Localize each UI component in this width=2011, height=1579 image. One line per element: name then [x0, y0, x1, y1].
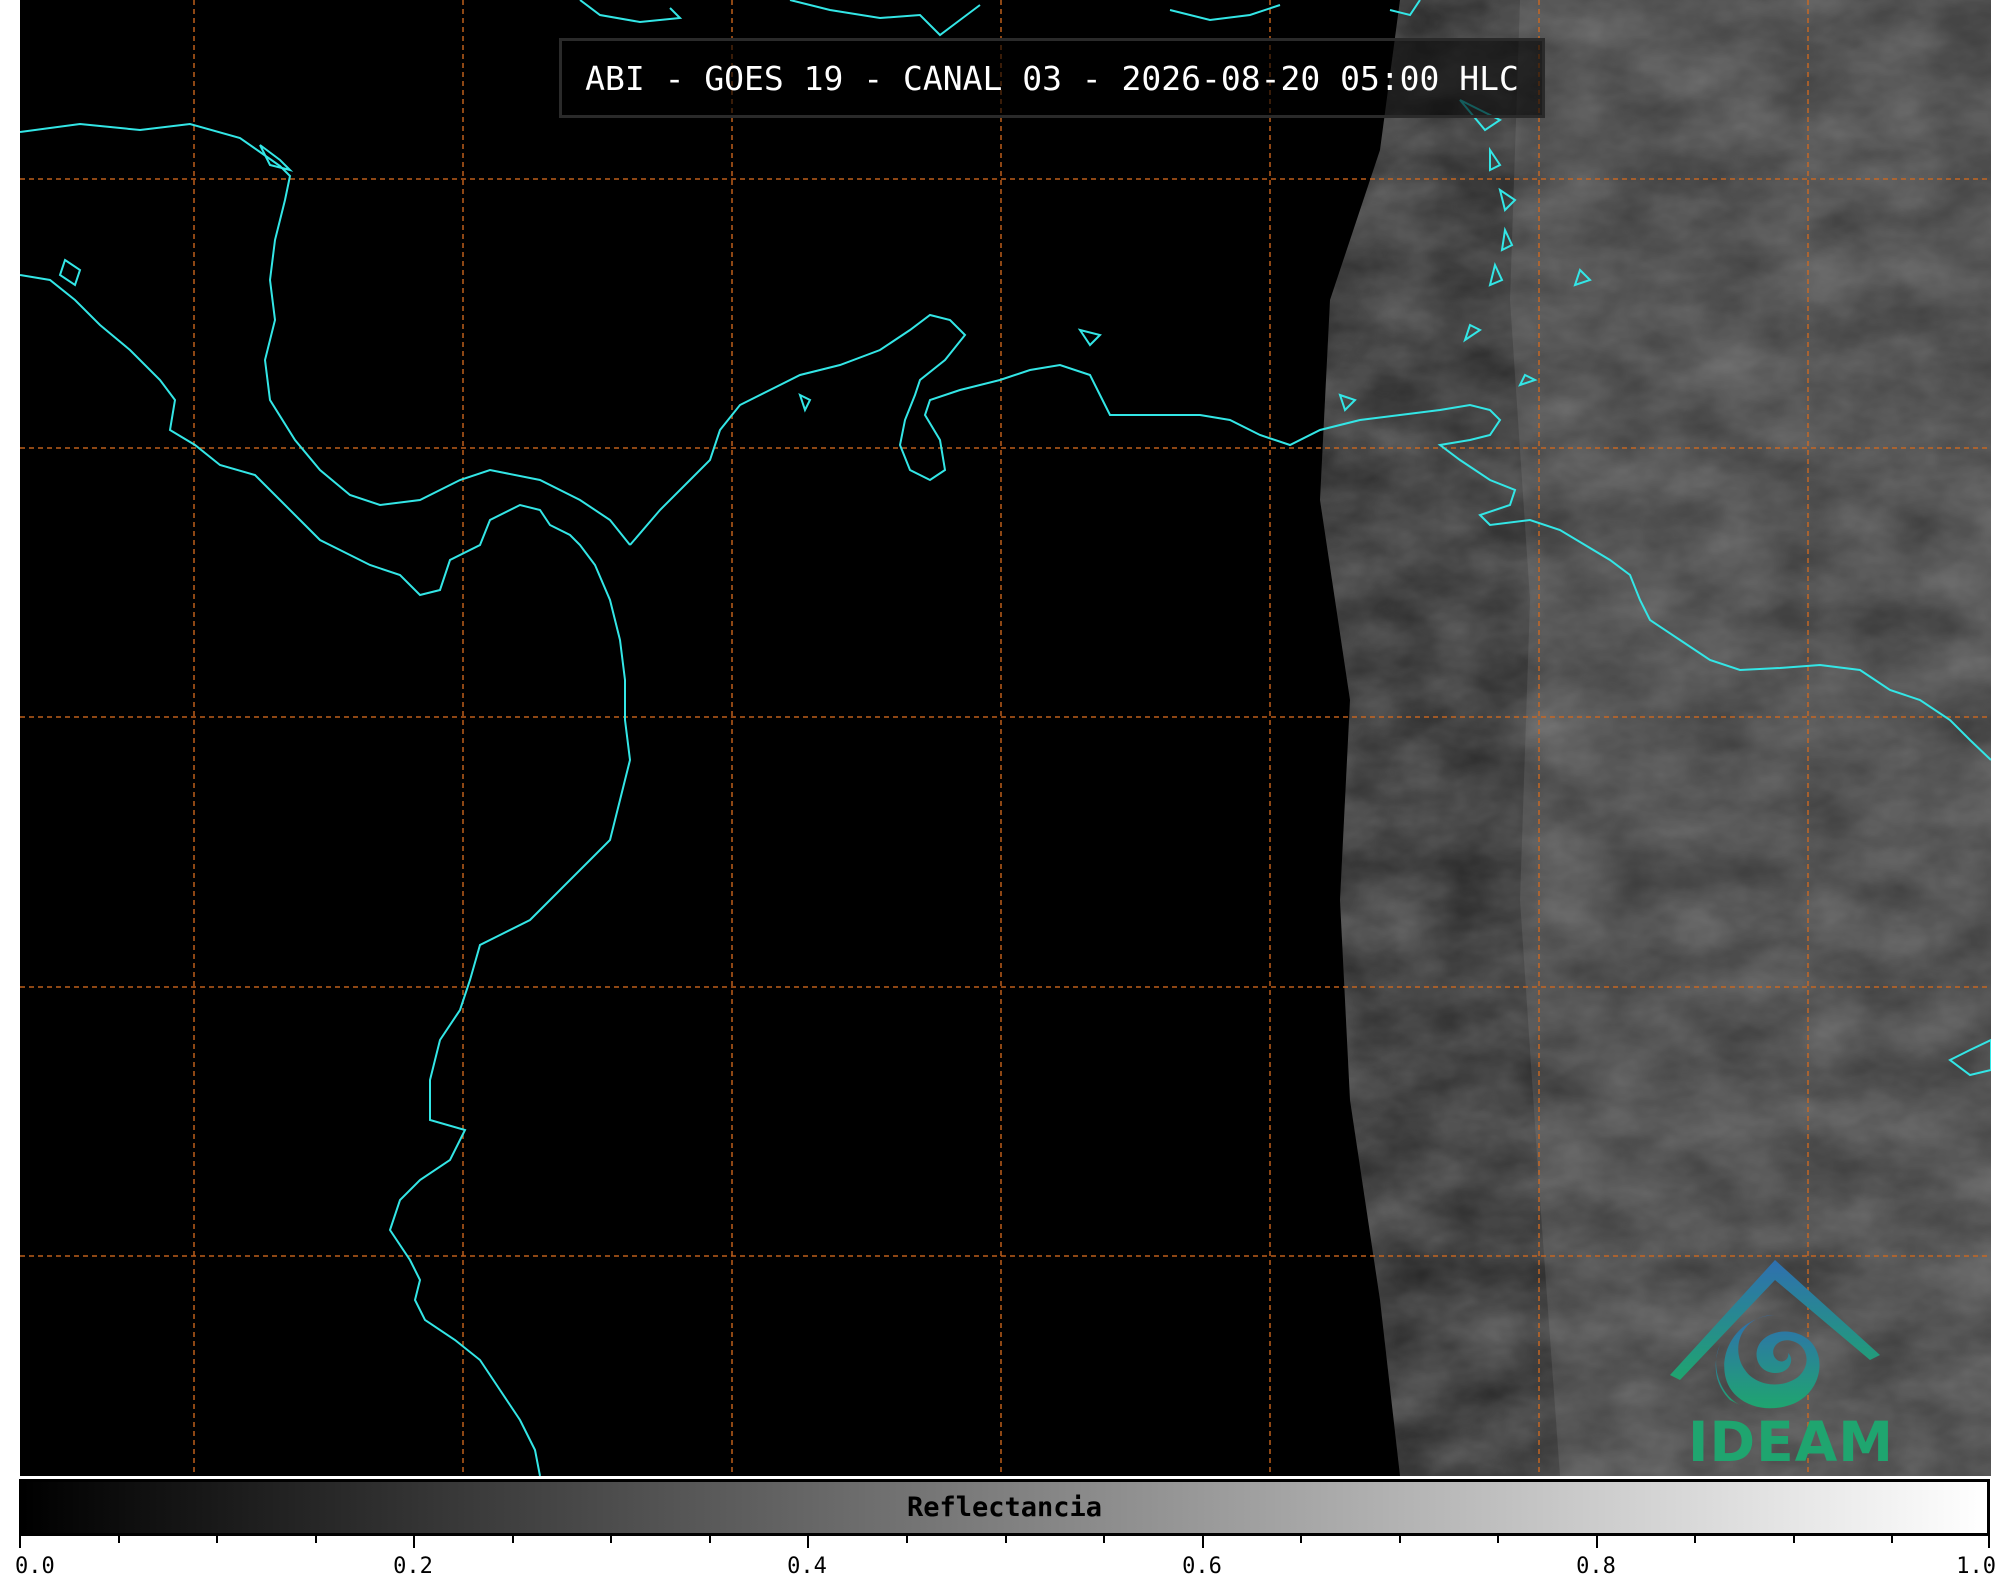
- colorbar-major-tick: [1596, 1536, 1598, 1548]
- logo-text: IDEAM: [1688, 1410, 1894, 1474]
- colorbar-minor-tick: [1399, 1536, 1401, 1543]
- colorbar-minor-tick: [610, 1536, 612, 1543]
- colorbar-major-tick: [1202, 1536, 1204, 1548]
- colorbar-tick-label: 0.6: [1182, 1554, 1222, 1579]
- colorbar-minor-tick: [1793, 1536, 1795, 1543]
- colorbar-minor-tick: [1300, 1536, 1302, 1543]
- colorbar-tick-label: 1.0: [1956, 1554, 1996, 1579]
- colorbar-minor-tick: [906, 1536, 908, 1543]
- colorbar-tick-label: 0.4: [787, 1554, 827, 1579]
- colorbar-minor-tick: [1497, 1536, 1499, 1543]
- colorbar-major-tick: [1988, 1536, 1990, 1548]
- colorbar: Reflectancia: [19, 1479, 1990, 1536]
- colorbar-label: Reflectancia: [906, 1492, 1103, 1523]
- colorbar-minor-tick: [512, 1536, 514, 1543]
- colorbar-minor-tick: [315, 1536, 317, 1543]
- colorbar-tick-label: 0.2: [393, 1554, 433, 1579]
- colorbar-tick-label: 0.0: [15, 1554, 55, 1579]
- colorbar-minor-tick: [118, 1536, 120, 1543]
- colorbar-major-tick: [807, 1536, 809, 1548]
- colorbar-ticks: 0.0 0.2 0.4 0.6 0.8 1.0: [15, 1536, 1996, 1579]
- colorbar-minor-tick: [1103, 1536, 1105, 1543]
- colorbar-minor-tick: [1891, 1536, 1893, 1543]
- title-box: ABI - GOES 19 - CANAL 03 - 2026-08-20 05…: [559, 38, 1545, 118]
- colorbar-major-tick: [413, 1536, 415, 1548]
- colorbar-minor-tick: [1694, 1536, 1696, 1543]
- colorbar-minor-tick: [1005, 1536, 1007, 1543]
- colorbar-minor-tick: [709, 1536, 711, 1543]
- map-title: ABI - GOES 19 - CANAL 03 - 2026-08-20 05…: [585, 58, 1519, 98]
- colorbar-major-tick: [19, 1536, 21, 1548]
- sunlit-cloud-region: [1320, 0, 1991, 1476]
- colorbar-minor-tick: [216, 1536, 218, 1543]
- colorbar-tick-label: 0.8: [1576, 1554, 1616, 1579]
